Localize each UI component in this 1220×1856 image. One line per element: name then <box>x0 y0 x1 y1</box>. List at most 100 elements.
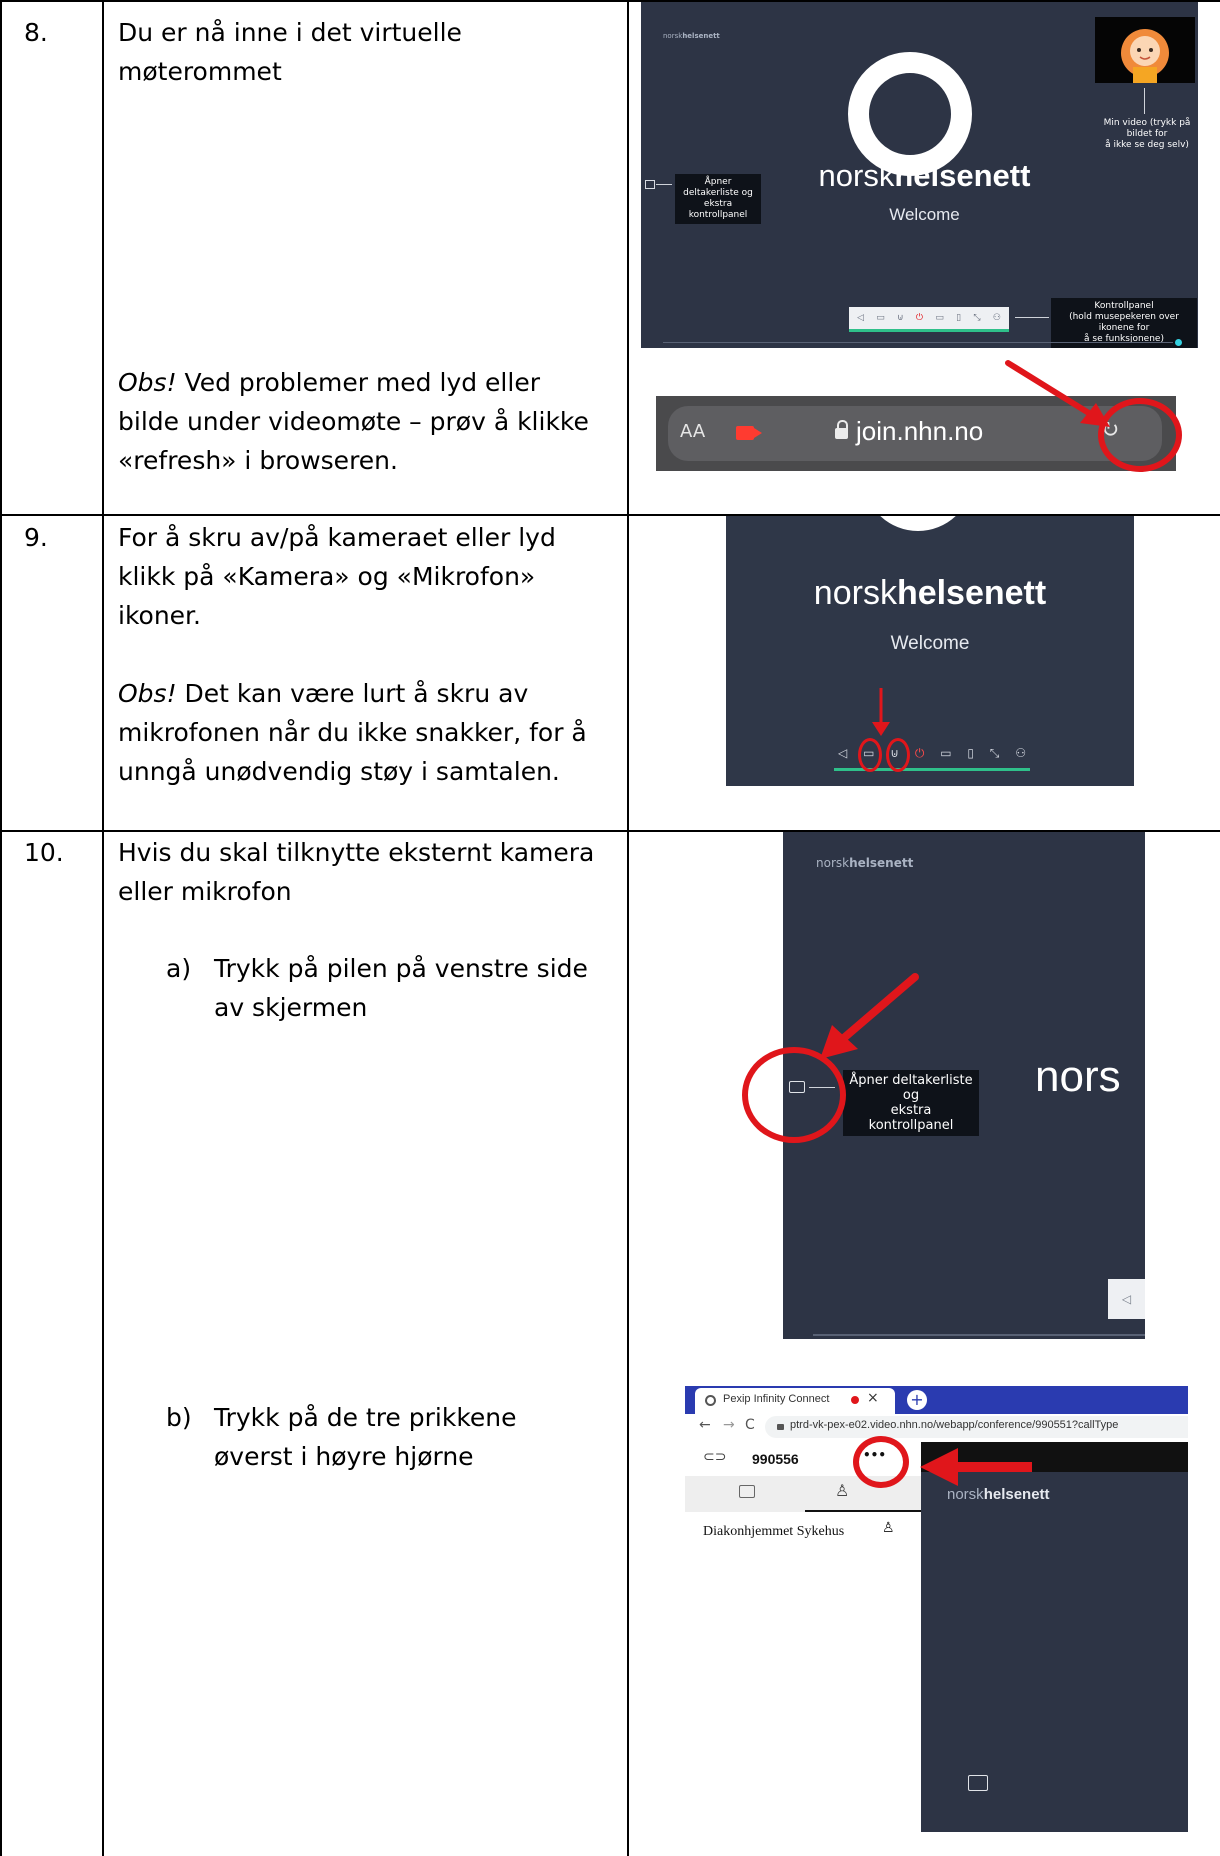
control-panel-partial: ◁ <box>1108 1279 1145 1319</box>
tab-title: Pexip Infinity Connect <box>723 1393 830 1405</box>
step-8-line-2: møterommet <box>118 57 282 86</box>
step-8-obs-line-1: Obs! Ved problemer med lyd eller <box>118 363 589 402</box>
welcome-text: Welcome <box>890 633 970 654</box>
power-icon[interactable]: ⏻ <box>915 746 925 761</box>
reload-button[interactable]: C <box>745 1417 755 1433</box>
table-col-divider-2 <box>627 0 629 1856</box>
step-8-obs-line-2: bilde under videomøte – prøv å klikke <box>118 407 589 436</box>
step-10b: b) Trykk på de tre prikkene øverst i høyr… <box>166 1398 517 1476</box>
participants-pointer-line <box>656 184 672 185</box>
step-9-obs-line-3: unngå unødvendig støy i samtalen. <box>118 757 560 786</box>
step-9-obs-note: Obs! Det kan være lurt å skru av mikrofo… <box>118 674 587 791</box>
red-arrow-refresh <box>1005 360 1110 427</box>
text-size-button[interactable]: AA <box>680 421 705 442</box>
step-number-10: 10. <box>24 838 64 867</box>
step-marker-a: a) <box>166 954 192 983</box>
url-text: join.nhn.no <box>856 416 984 446</box>
tab-favicon <box>705 1395 716 1406</box>
progress-knob <box>1175 339 1182 346</box>
step-10-line-2: eller mikrofon <box>118 877 292 906</box>
step-10b-line-1: b) Trykk på de tre prikkene <box>166 1398 517 1437</box>
step-9-obs-line-2: mikrofonen når du ikke snakker, for å <box>118 718 587 747</box>
screen-share-icon[interactable]: ▭ <box>935 313 944 323</box>
chat-tab-icon[interactable] <box>739 1485 755 1498</box>
step-10-line-1: Hvis du skal tilknytte eksternt kamera <box>118 838 595 867</box>
minimize-icon[interactable]: ⤡ <box>973 313 980 323</box>
link-icon[interactable]: ⊂⊃ <box>703 1449 726 1465</box>
tip-participants: Åpner deltakerliste og ekstra kontrollpa… <box>675 174 761 224</box>
brand-wordmark: norskhelsenett <box>813 574 1047 612</box>
table-border-left <box>0 0 2 1856</box>
lock-icon <box>777 1424 784 1430</box>
table-col-divider-1 <box>102 0 104 1856</box>
step-marker-b: b) <box>166 1403 192 1432</box>
speaker-icon[interactable]: ◁ <box>1122 1292 1131 1306</box>
camera-icon[interactable]: ▭ <box>876 313 885 323</box>
lock-icon-shackle <box>837 420 848 431</box>
participant-user-icon: ♙ <box>882 1520 895 1536</box>
step-8-obs-note: Obs! Ved problemer med lyd eller bilde u… <box>118 363 589 480</box>
step-10a-line-1: a) Trykk på pilen på venstre side <box>166 949 588 988</box>
forward-button[interactable]: → <box>723 1417 735 1433</box>
brand-ring-logo-partial <box>863 516 973 531</box>
step-10a: a) Trykk på pilen på venstre side av skje… <box>166 949 588 1027</box>
sidebar-toggle-icon[interactable] <box>968 1775 988 1791</box>
obs-label: Obs! <box>118 368 177 397</box>
control-panel: ◁ ▭ ⊍ ⏻ ▭ ▯ ⤡ ⚇ <box>849 307 1009 329</box>
video-pointer-line <box>1144 88 1145 114</box>
self-video-thumbnail[interactable] <box>1095 17 1195 83</box>
control-panel-accent <box>849 329 1009 332</box>
recording-dot-icon <box>851 1396 859 1404</box>
menu-dots-highlight-ring <box>853 1436 909 1488</box>
tip-participants: Åpner deltakerliste og ekstra kontrollpa… <box>843 1070 979 1136</box>
mic-camera-screenshot: norskhelsenett Welcome ◁ ▭ ⊍ ⏻ ▭ ▯ ⤡ ⚇ <box>726 516 1134 786</box>
tab-strip-left-edge <box>685 1390 691 1414</box>
obs-text: Ved problemer med lyd eller <box>176 368 540 397</box>
mic-icon[interactable]: ⊍ <box>897 313 904 323</box>
control-pointer-line <box>1015 317 1049 318</box>
file-icon[interactable]: ▯ <box>967 746 974 760</box>
conference-id: 990556 <box>752 1451 799 1467</box>
minimize-icon[interactable]: ⤡ <box>990 746 1000 761</box>
mic-highlight-ring <box>886 738 910 772</box>
step-8-text: Du er nå inne i det virtuelle møterommet <box>118 13 462 91</box>
progress-track <box>663 342 1173 343</box>
speaker-icon[interactable]: ◁ <box>838 746 847 760</box>
red-arrow-menu <box>920 1448 1032 1486</box>
participant-name: Diakonhjemmet Sykehus <box>703 1524 845 1539</box>
camera-highlight-ring <box>858 738 882 772</box>
url-text: ptrd-vk-pex-e02.video.nhn.no/webapp/conf… <box>790 1419 1119 1431</box>
camera-recording-icon <box>736 426 754 440</box>
tip-my-video: Min video (trykk på bildet for å ikke se… <box>1103 118 1191 150</box>
corner-logo: norskhelsenett <box>663 32 720 40</box>
camera-recording-icon-lens <box>754 428 762 438</box>
brand-wordmark-partial: nors <box>1035 1052 1121 1101</box>
step-9-line-2: klikk på «Kamera» og «Mikrofon» <box>118 562 536 591</box>
step-number-9: 9. <box>24 523 48 552</box>
power-icon[interactable]: ⏻ <box>916 313 923 323</box>
obs-text: Det kan være lurt å skru av <box>176 679 529 708</box>
participants-toggle-icon[interactable] <box>645 180 655 189</box>
step-9-line-1: For å skru av/på kameraet eller lyd <box>118 523 556 552</box>
red-arrow-down <box>872 688 890 736</box>
new-tab-button[interactable]: + <box>907 1390 927 1410</box>
back-button[interactable]: ← <box>699 1417 711 1433</box>
avatar-icon <box>1121 29 1169 83</box>
step-9-obs-line-1: Obs! Det kan være lurt å skru av <box>118 674 587 713</box>
red-arrow-side <box>820 973 919 1059</box>
speaker-icon[interactable]: ◁ <box>857 313 864 323</box>
corner-logo: norskhelsenett <box>816 856 914 870</box>
meeting-room-screenshot: norskhelsenett norskhelsenett Welcome Mi… <box>641 2 1198 348</box>
participants-tab-icon[interactable]: ♙ <box>835 1481 849 1500</box>
file-icon[interactable]: ▯ <box>956 313 961 323</box>
step-8-obs-line-3: «refresh» i browseren. <box>118 446 398 475</box>
add-participant-icon[interactable]: ⚇ <box>1015 746 1026 760</box>
step-9-line-3: ikoner. <box>118 601 201 630</box>
step-10a-line-2: av skjermen <box>214 993 368 1022</box>
step-9-text: For å skru av/på kameraet eller lyd klik… <box>118 518 556 635</box>
step-8-line-1: Du er nå inne i det virtuelle <box>118 18 462 47</box>
step-10b-line-2: øverst i høyre hjørne <box>214 1442 474 1471</box>
add-participant-icon[interactable]: ⚇ <box>993 313 1001 323</box>
screen-share-icon[interactable]: ▭ <box>940 746 951 760</box>
tab-close-button[interactable]: × <box>867 1390 879 1406</box>
